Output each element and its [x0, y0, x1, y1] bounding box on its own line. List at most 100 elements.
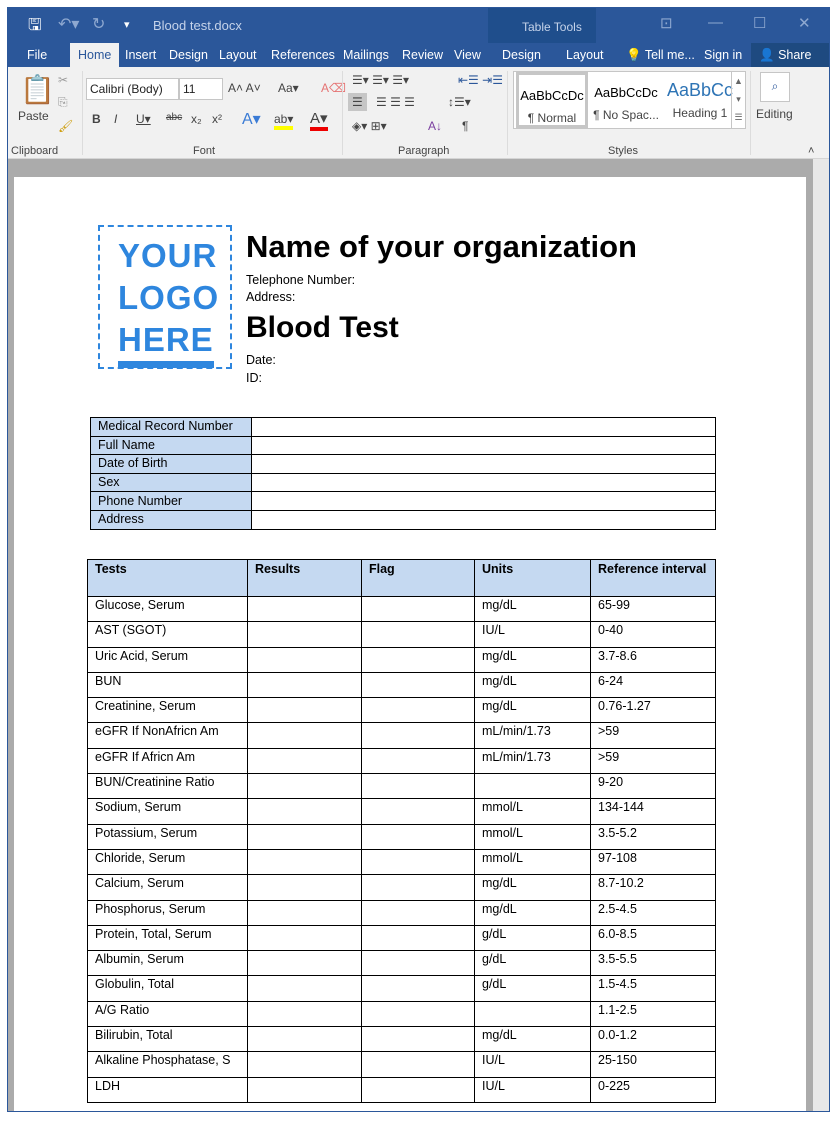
result-cell[interactable] — [247, 595, 362, 623]
result-cell[interactable] — [247, 1076, 362, 1103]
close-icon[interactable]: ✕ — [798, 14, 811, 32]
flag-cell[interactable] — [361, 848, 475, 876]
format-painter-icon[interactable]: 🖌 — [58, 119, 73, 133]
find-icon[interactable]: ⌕ — [760, 72, 790, 102]
grow-font-icon[interactable]: A˄ A˅ — [228, 81, 261, 95]
result-cell[interactable] — [247, 646, 362, 673]
subscript-icon[interactable]: x₂ — [191, 112, 202, 126]
result-cell[interactable] — [247, 823, 362, 850]
superscript-icon[interactable]: x² — [212, 112, 222, 126]
redo-icon[interactable]: ↻ — [92, 14, 105, 34]
result-cell[interactable] — [247, 874, 362, 901]
flag-cell[interactable] — [361, 899, 475, 926]
strikethrough-icon[interactable]: abc — [166, 112, 182, 123]
result-cell[interactable] — [247, 671, 362, 699]
tab-review[interactable]: Review — [402, 48, 443, 62]
undo-icon[interactable]: ↶▾ — [58, 14, 79, 34]
tab-mailings[interactable]: Mailings — [343, 48, 389, 62]
copy-icon[interactable]: ⎘ — [58, 95, 68, 110]
result-cell[interactable] — [247, 848, 362, 876]
text-effects-icon[interactable]: A▾ — [242, 109, 261, 129]
bullets-icon[interactable]: ☰▾ ☰▾ ☰▾ — [352, 73, 409, 87]
tab-insert[interactable]: Insert — [125, 48, 156, 62]
paste-button[interactable]: Paste — [18, 109, 49, 123]
flag-cell[interactable] — [361, 697, 475, 724]
flag-cell[interactable] — [361, 747, 475, 775]
result-cell[interactable] — [247, 950, 362, 977]
share-button[interactable]: 👤 Share — [751, 43, 829, 67]
flag-cell[interactable] — [361, 722, 475, 749]
flag-cell[interactable] — [361, 798, 475, 825]
flag-cell[interactable] — [361, 646, 475, 673]
flag-cell[interactable] — [361, 1051, 475, 1078]
font-color-icon[interactable]: A▾ — [310, 109, 328, 131]
result-cell[interactable] — [247, 1026, 362, 1053]
font-size-select[interactable]: 11 — [179, 78, 223, 100]
flag-cell[interactable] — [361, 874, 475, 901]
flag-cell[interactable] — [361, 671, 475, 699]
tab-design[interactable]: Design — [169, 48, 208, 62]
maximize-icon[interactable]: ☐ — [753, 14, 766, 32]
highlight-icon[interactable]: ab▾ — [274, 112, 294, 130]
flag-cell[interactable] — [361, 1076, 475, 1103]
document-page[interactable]: YOUR LOGO HERE Name of your organization T… — [14, 177, 806, 1111]
show-marks-icon[interactable]: ¶ — [462, 119, 468, 133]
tab-layout[interactable]: Layout — [219, 48, 257, 62]
sort-icon[interactable]: A↓ — [428, 119, 442, 133]
minimize-icon[interactable]: — — [708, 14, 723, 31]
tab-table-layout[interactable]: Layout — [566, 48, 604, 62]
result-cell[interactable] — [247, 975, 362, 1002]
style-heading-1[interactable]: AaBbCc Heading 1 — [664, 72, 736, 128]
tab-home[interactable]: Home — [70, 43, 120, 67]
flag-cell[interactable] — [361, 975, 475, 1002]
flag-cell[interactable] — [361, 773, 475, 800]
paste-icon[interactable]: 📋 — [20, 73, 55, 106]
info-value-cell[interactable] — [251, 509, 716, 530]
align-center-icon[interactable]: ☰ ☰ ☰ — [376, 95, 415, 109]
cut-icon[interactable]: ✂ — [58, 73, 68, 87]
info-value-cell[interactable] — [251, 491, 716, 511]
customize-qat-icon[interactable]: ▾ — [124, 18, 130, 31]
result-cell[interactable] — [247, 697, 362, 724]
save-icon[interactable]: 🖫 — [28, 14, 42, 41]
tell-me-search[interactable]: 💡 Tell me... — [626, 48, 695, 63]
info-value-cell[interactable] — [251, 472, 716, 493]
info-value-cell[interactable] — [251, 435, 716, 456]
flag-cell[interactable] — [361, 924, 475, 952]
collapse-ribbon-icon[interactable]: ˄ — [808, 145, 814, 157]
styles-scroll[interactable]: ▲ ▾ ☰ — [731, 72, 745, 128]
tab-view[interactable]: View — [454, 48, 481, 62]
flag-cell[interactable] — [361, 823, 475, 850]
change-case-icon[interactable]: Aa▾ — [278, 81, 299, 95]
info-value-cell[interactable] — [251, 417, 716, 437]
info-value-cell[interactable] — [251, 454, 716, 474]
result-cell[interactable] — [247, 722, 362, 749]
editing-button[interactable]: Editing — [756, 107, 793, 121]
tab-table-design[interactable]: Design — [502, 48, 541, 62]
underline-icon[interactable]: U▾ — [136, 112, 151, 126]
vertical-scrollbar[interactable] — [813, 159, 829, 1111]
result-cell[interactable] — [247, 899, 362, 926]
flag-cell[interactable] — [361, 621, 475, 648]
line-spacing-icon[interactable]: ↕☰▾ — [448, 95, 471, 109]
tab-file[interactable]: File — [27, 48, 47, 62]
result-cell[interactable] — [247, 1051, 362, 1078]
tab-references[interactable]: References — [271, 48, 335, 62]
bold-icon[interactable]: B — [92, 112, 101, 126]
result-cell[interactable] — [247, 621, 362, 648]
indent-icon[interactable]: ⇤☰ ⇥☰ — [458, 73, 503, 87]
result-cell[interactable] — [247, 798, 362, 825]
style-normal[interactable]: AaBbCcDc ¶ Normal — [516, 72, 588, 128]
sign-in-link[interactable]: Sign in — [704, 48, 742, 62]
flag-cell[interactable] — [361, 1026, 475, 1053]
result-cell[interactable] — [247, 773, 362, 800]
result-cell[interactable] — [247, 924, 362, 952]
align-left-icon[interactable]: ☰ — [348, 93, 367, 111]
flag-cell[interactable] — [361, 950, 475, 977]
result-cell[interactable] — [247, 747, 362, 775]
flag-cell[interactable] — [361, 1000, 475, 1028]
shading-icon[interactable]: ◈▾ ⊞▾ — [352, 119, 387, 133]
result-cell[interactable] — [247, 1000, 362, 1028]
font-name-select[interactable]: Calibri (Body) — [86, 78, 179, 100]
italic-icon[interactable]: I — [114, 112, 117, 126]
